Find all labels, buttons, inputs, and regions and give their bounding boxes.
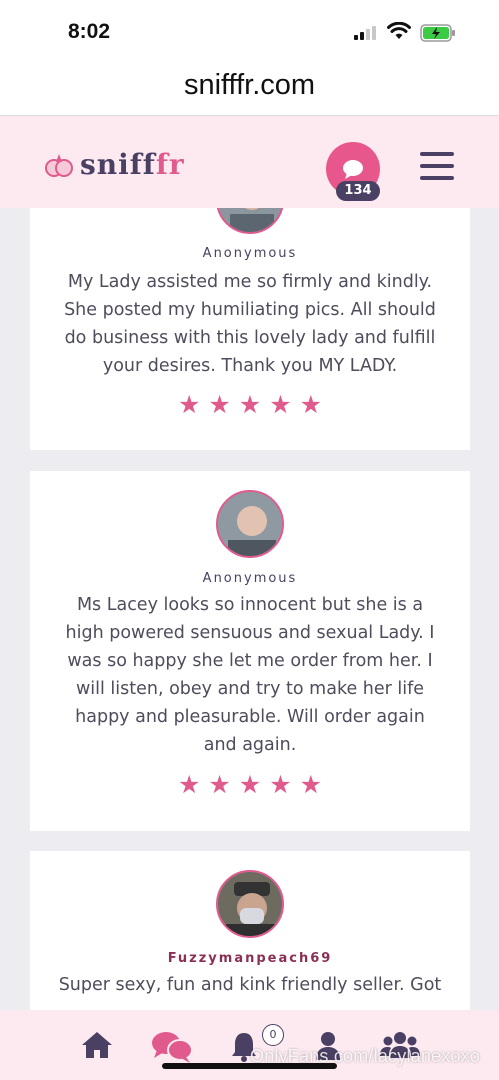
star-icon: ★	[238, 390, 262, 419]
reviewer-name: Fuzzymanpeach69	[167, 951, 333, 966]
review-text: Ms Lacey looks so innocent but she is a …	[65, 595, 435, 755]
home-icon[interactable]	[80, 1030, 114, 1060]
star-icon: ★	[208, 390, 231, 419]
star-icon: ★	[269, 770, 292, 799]
star-icon: ★	[208, 770, 231, 799]
reviewer-name: Anonymous	[202, 571, 298, 586]
star-icon: ★	[299, 390, 323, 419]
review-text: Super sexy, fun and kink friendly seller…	[58, 975, 442, 995]
star-rating: ★ ★ ★ ★ ★	[30, 392, 470, 417]
status-bar: 8:02	[0, 0, 499, 62]
logo-mark-icon	[45, 153, 73, 177]
bottom-nav	[0, 1010, 499, 1080]
cellular-signal-icon	[354, 26, 376, 40]
reviewer-name: Anonymous	[202, 246, 298, 261]
star-icon: ★	[177, 390, 201, 419]
star-icon: ★	[238, 770, 262, 799]
notification-count-badge: 0	[262, 1024, 284, 1046]
star-icon: ★	[177, 770, 201, 799]
hamburger-menu-button[interactable]	[420, 152, 454, 180]
site-header: snifffr	[0, 116, 499, 208]
status-time: 8:02	[68, 20, 111, 43]
reviewer-avatar	[216, 490, 284, 558]
battery-icon	[420, 24, 455, 42]
star-rating: ★ ★ ★ ★ ★	[30, 772, 470, 797]
address-bar[interactable]: snifffr.com	[0, 62, 499, 116]
message-count-badge: 134	[336, 181, 380, 201]
site-logo[interactable]: snifffr	[44, 148, 185, 181]
star-icon: ★	[299, 770, 323, 799]
star-icon: ★	[269, 390, 292, 419]
review-card: Anonymous Ms Lacey looks so innocent but…	[30, 471, 470, 831]
url-text[interactable]: snifffr.com	[0, 62, 499, 108]
review-text: My Lady assisted me so firmly and kindly…	[64, 272, 436, 376]
home-indicator[interactable]	[162, 1063, 337, 1069]
chat-bubble-icon	[343, 160, 363, 179]
reviewer-avatar	[216, 870, 284, 938]
review-card: Anonymous My Lady assisted me so firmly …	[30, 166, 470, 450]
chat-icon[interactable]	[150, 1030, 194, 1064]
logo-text: snifffr	[80, 148, 185, 181]
wifi-icon	[387, 22, 411, 39]
